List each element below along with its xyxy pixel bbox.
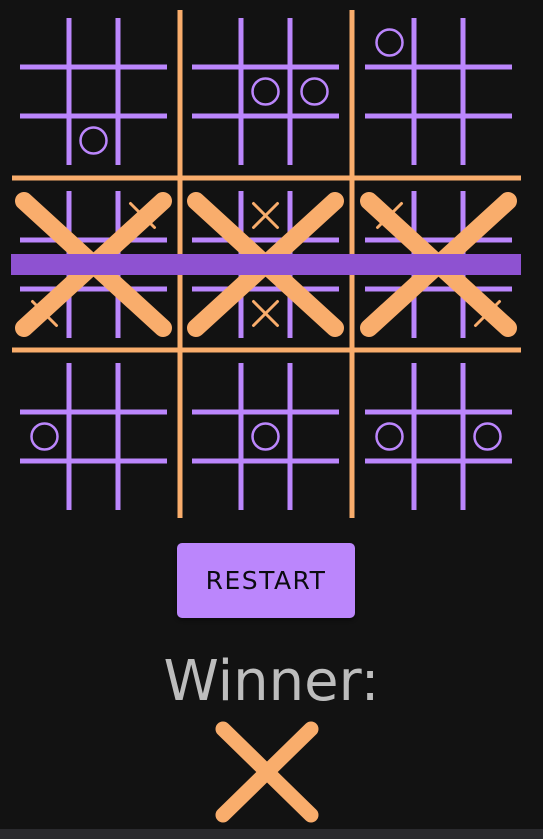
board-cell[interactable]: [241, 461, 290, 510]
board-cell[interactable]: [241, 289, 290, 338]
board-cell[interactable]: [69, 412, 118, 461]
board-cell[interactable]: [290, 116, 339, 165]
board-cell[interactable]: [365, 412, 414, 461]
board-cell[interactable]: [463, 18, 512, 67]
board-cell[interactable]: [192, 412, 241, 461]
board-cell[interactable]: [20, 412, 69, 461]
board-cell[interactable]: [20, 461, 69, 510]
board-cell[interactable]: [290, 18, 339, 67]
ultimate-tic-tac-toe-app: RESTART Winner:: [0, 0, 543, 839]
board-cell[interactable]: [192, 67, 241, 116]
board-cell[interactable]: [20, 67, 69, 116]
board-cell[interactable]: [463, 363, 512, 412]
board-cell[interactable]: [241, 67, 290, 116]
board-cell[interactable]: [365, 18, 414, 67]
board-cell[interactable]: [414, 67, 463, 116]
win-line: [11, 254, 521, 275]
board-cell[interactable]: [192, 116, 241, 165]
board-cell[interactable]: [414, 18, 463, 67]
board-cell[interactable]: [365, 461, 414, 510]
board-cell[interactable]: [290, 461, 339, 510]
restart-button[interactable]: RESTART: [177, 543, 355, 618]
board-cell[interactable]: [241, 116, 290, 165]
board-cell[interactable]: [20, 363, 69, 412]
board-cell[interactable]: [118, 18, 167, 67]
board-cell[interactable]: [20, 116, 69, 165]
board-cell[interactable]: [414, 363, 463, 412]
board-cell[interactable]: [192, 461, 241, 510]
board-cell[interactable]: [69, 67, 118, 116]
board-cell[interactable]: [365, 67, 414, 116]
board-cell[interactable]: [192, 18, 241, 67]
board-cell[interactable]: [463, 461, 512, 510]
board-cell[interactable]: [69, 116, 118, 165]
board-cell[interactable]: [414, 289, 463, 338]
board-cell[interactable]: [365, 116, 414, 165]
board-cell[interactable]: [118, 412, 167, 461]
board-cell[interactable]: [241, 18, 290, 67]
board-cell[interactable]: [414, 461, 463, 510]
winner-label: Winner:: [163, 649, 380, 714]
board-cell[interactable]: [241, 363, 290, 412]
winner-x-icon: [215, 721, 319, 823]
board-cell[interactable]: [414, 116, 463, 165]
board-cell[interactable]: [463, 412, 512, 461]
board-cell[interactable]: [192, 363, 241, 412]
board-cell[interactable]: [69, 18, 118, 67]
board-cell[interactable]: [69, 461, 118, 510]
board-cell[interactable]: [118, 363, 167, 412]
board-cell[interactable]: [20, 18, 69, 67]
game-board: [11, 10, 521, 518]
board-cell[interactable]: [414, 191, 463, 240]
board-cell[interactable]: [290, 363, 339, 412]
board-cell[interactable]: [69, 363, 118, 412]
board-cell[interactable]: [118, 461, 167, 510]
board-cell[interactable]: [414, 412, 463, 461]
board-cell[interactable]: [290, 412, 339, 461]
board-cell[interactable]: [69, 289, 118, 338]
board-cell[interactable]: [241, 191, 290, 240]
bottom-bar: [0, 829, 543, 839]
board-cell[interactable]: [118, 67, 167, 116]
board-cell[interactable]: [463, 67, 512, 116]
board-cell[interactable]: [241, 412, 290, 461]
board-cell[interactable]: [290, 67, 339, 116]
board-cell[interactable]: [463, 116, 512, 165]
board-cell[interactable]: [365, 363, 414, 412]
board-cell[interactable]: [69, 191, 118, 240]
board-cell[interactable]: [118, 116, 167, 165]
